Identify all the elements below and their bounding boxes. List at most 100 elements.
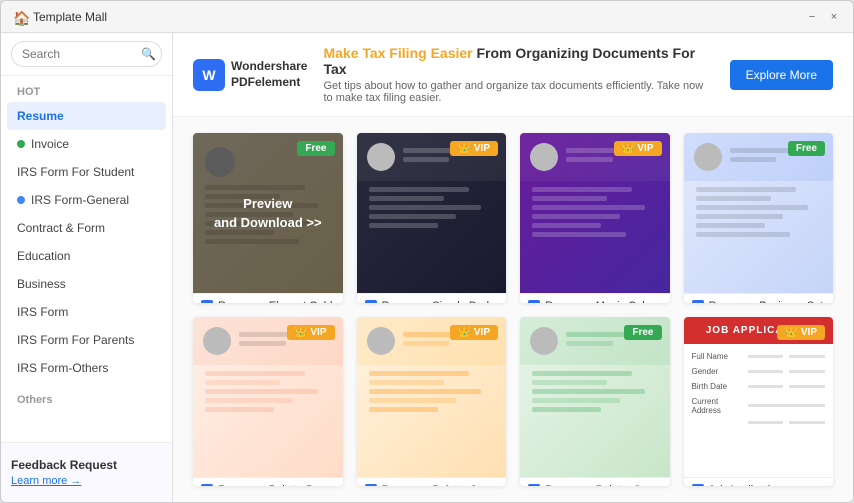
sidebar-item-contract[interactable]: Contract & Form bbox=[1, 214, 172, 242]
sidebar-item-invoice[interactable]: Invoice bbox=[1, 130, 172, 158]
others-section-label: Others bbox=[1, 390, 172, 410]
thumb-line bbox=[369, 407, 438, 412]
job-field-fullname: Full Name bbox=[692, 352, 826, 361]
thumb-line bbox=[696, 214, 784, 219]
banner-subtext: Get tips about how to gather and organiz… bbox=[323, 80, 713, 104]
thumb-line bbox=[696, 187, 796, 192]
sidebar-item-irs-parents[interactable]: IRS Form For Parents bbox=[1, 326, 172, 354]
crown-icon: 👑 bbox=[785, 327, 797, 338]
job-field-gender: Gender bbox=[692, 367, 826, 376]
search-icon[interactable]: 🔍 bbox=[141, 47, 156, 61]
thumb-avatar-circle bbox=[203, 327, 231, 355]
badge-vip-job-application: 👑 VIP bbox=[777, 325, 825, 340]
template-card-simple-dark[interactable]: 👑 VIP bbox=[357, 133, 507, 303]
close-button[interactable]: × bbox=[827, 10, 841, 24]
card-thumb-elegant-gold: Free Previewand Download >> bbox=[193, 133, 343, 293]
thumb-line bbox=[403, 157, 450, 162]
sidebar-item-resume[interactable]: Resume bbox=[7, 102, 166, 130]
explore-more-button[interactable]: Explore More bbox=[730, 60, 833, 90]
thumb-avatar-circle bbox=[530, 143, 558, 171]
sidebar-item-business-label: Business bbox=[17, 277, 66, 291]
thumb-line bbox=[566, 157, 613, 162]
preview-overlay[interactable]: Previewand Download >> bbox=[193, 133, 343, 293]
thumb-line bbox=[696, 223, 765, 228]
card-footer: Resume - Magic Color bbox=[520, 293, 670, 303]
thumb-line bbox=[696, 205, 809, 210]
card-footer: Resume - Palette Orange bbox=[357, 477, 507, 487]
feedback-link[interactable]: Learn more → bbox=[11, 475, 162, 487]
thumb-line bbox=[696, 196, 771, 201]
sidebar-item-irs-student[interactable]: IRS Form For Student bbox=[1, 158, 172, 186]
sidebar-item-irs-form-label: IRS Form bbox=[17, 305, 68, 319]
thumb-line bbox=[369, 223, 438, 228]
template-card-job-application[interactable]: 👑 VIP JOB APPLICATION Full Name bbox=[684, 317, 834, 487]
badge-vip-palette-orange: 👑 VIP bbox=[450, 325, 498, 340]
thumb-line bbox=[369, 371, 469, 376]
sidebar-item-irs-general-label: IRS Form-General bbox=[31, 193, 129, 207]
thumb-line bbox=[403, 341, 450, 346]
card-type-icon bbox=[692, 484, 704, 487]
card-footer: Resume - Simple Dark bbox=[357, 293, 507, 303]
thumb-line bbox=[566, 332, 631, 337]
banner-heading-normal: Make Tax Filing Easier bbox=[323, 45, 472, 61]
feedback-block: Feedback Request Learn more → bbox=[11, 458, 162, 487]
window-title: Template Mall bbox=[33, 10, 107, 24]
sidebar-search-container: 🔍 bbox=[1, 33, 172, 76]
card-type-icon bbox=[365, 484, 377, 487]
sidebar-item-irs-student-label: IRS Form For Student bbox=[17, 165, 134, 179]
card-type-icon bbox=[201, 300, 213, 303]
card-thumb-palette-green: Free bbox=[520, 317, 670, 477]
thumb-line bbox=[369, 380, 444, 385]
job-fields: Full Name Gender Birth Date bbox=[684, 344, 834, 438]
app-window: 🏠 Template Mall − × 🔍 HOT Resume bbox=[0, 0, 854, 503]
thumb-line bbox=[532, 371, 632, 376]
field-label: Current Address bbox=[692, 397, 742, 415]
thumb-line bbox=[205, 398, 293, 403]
template-card-palette-orange[interactable]: 👑 VIP bbox=[357, 317, 507, 487]
card-thumb-simple-dark: 👑 VIP bbox=[357, 133, 507, 293]
template-card-palette-green[interactable]: Free bbox=[520, 317, 670, 487]
sidebar-item-education[interactable]: Education bbox=[1, 242, 172, 270]
sidebar-item-education-label: Education bbox=[17, 249, 70, 263]
thumb-line bbox=[532, 205, 645, 210]
sidebar-item-contract-label: Contract & Form bbox=[17, 221, 105, 235]
template-card-palette-peach[interactable]: 👑 VIP bbox=[193, 317, 343, 487]
template-card-business-set[interactable]: Free bbox=[684, 133, 834, 303]
search-input[interactable] bbox=[11, 41, 162, 67]
badge-free-palette-green: Free bbox=[624, 325, 661, 340]
field-label: Full Name bbox=[692, 352, 742, 361]
thumb-line bbox=[205, 389, 318, 394]
sidebar-item-irs-others[interactable]: IRS Form-Others bbox=[1, 354, 172, 382]
field-line bbox=[789, 421, 825, 424]
minimize-button[interactable]: − bbox=[805, 10, 819, 24]
sidebar-item-business[interactable]: Business bbox=[1, 270, 172, 298]
field-line bbox=[748, 421, 784, 424]
thumb-content bbox=[357, 181, 507, 246]
badge-vip-magic-color: 👑 VIP bbox=[614, 141, 662, 156]
card-thumb-palette-peach: 👑 VIP bbox=[193, 317, 343, 477]
template-card-elegant-gold[interactable]: Free Previewand Download >> bbox=[193, 133, 343, 303]
thumb-line bbox=[532, 389, 645, 394]
card-name-palette-orange: Resume - Palette Orange bbox=[382, 484, 499, 487]
sidebar-item-invoice-label: Invoice bbox=[31, 137, 69, 151]
card-thumb-palette-orange: 👑 VIP bbox=[357, 317, 507, 477]
thumb-line bbox=[205, 407, 274, 412]
crown-icon: 👑 bbox=[295, 327, 307, 338]
badge-vip-palette-peach: 👑 VIP bbox=[287, 325, 335, 340]
banner-logo: W Wondershare PDFelement bbox=[193, 59, 307, 91]
thumb-line bbox=[369, 214, 457, 219]
pdelement-icon: W bbox=[193, 59, 225, 91]
template-card-magic-color[interactable]: 👑 VIP bbox=[520, 133, 670, 303]
sidebar-nav: HOT Resume Invoice IRS Form For Student … bbox=[1, 76, 172, 442]
sidebar-footer: Feedback Request Learn more → bbox=[1, 442, 172, 502]
banner-logo-text: Wondershare PDFelement bbox=[231, 59, 307, 90]
thumb-line bbox=[532, 214, 620, 219]
thumb-line bbox=[369, 205, 482, 210]
sidebar-item-irs-form[interactable]: IRS Form bbox=[1, 298, 172, 326]
titlebar: 🏠 Template Mall − × bbox=[1, 1, 853, 33]
card-name-palette-green: Resume - Palette Green bbox=[545, 484, 662, 487]
field-line bbox=[789, 385, 825, 388]
sidebar-item-irs-general[interactable]: IRS Form-General bbox=[1, 186, 172, 214]
card-thumb-magic-color: 👑 VIP bbox=[520, 133, 670, 293]
search-wrapper: 🔍 bbox=[11, 41, 162, 67]
